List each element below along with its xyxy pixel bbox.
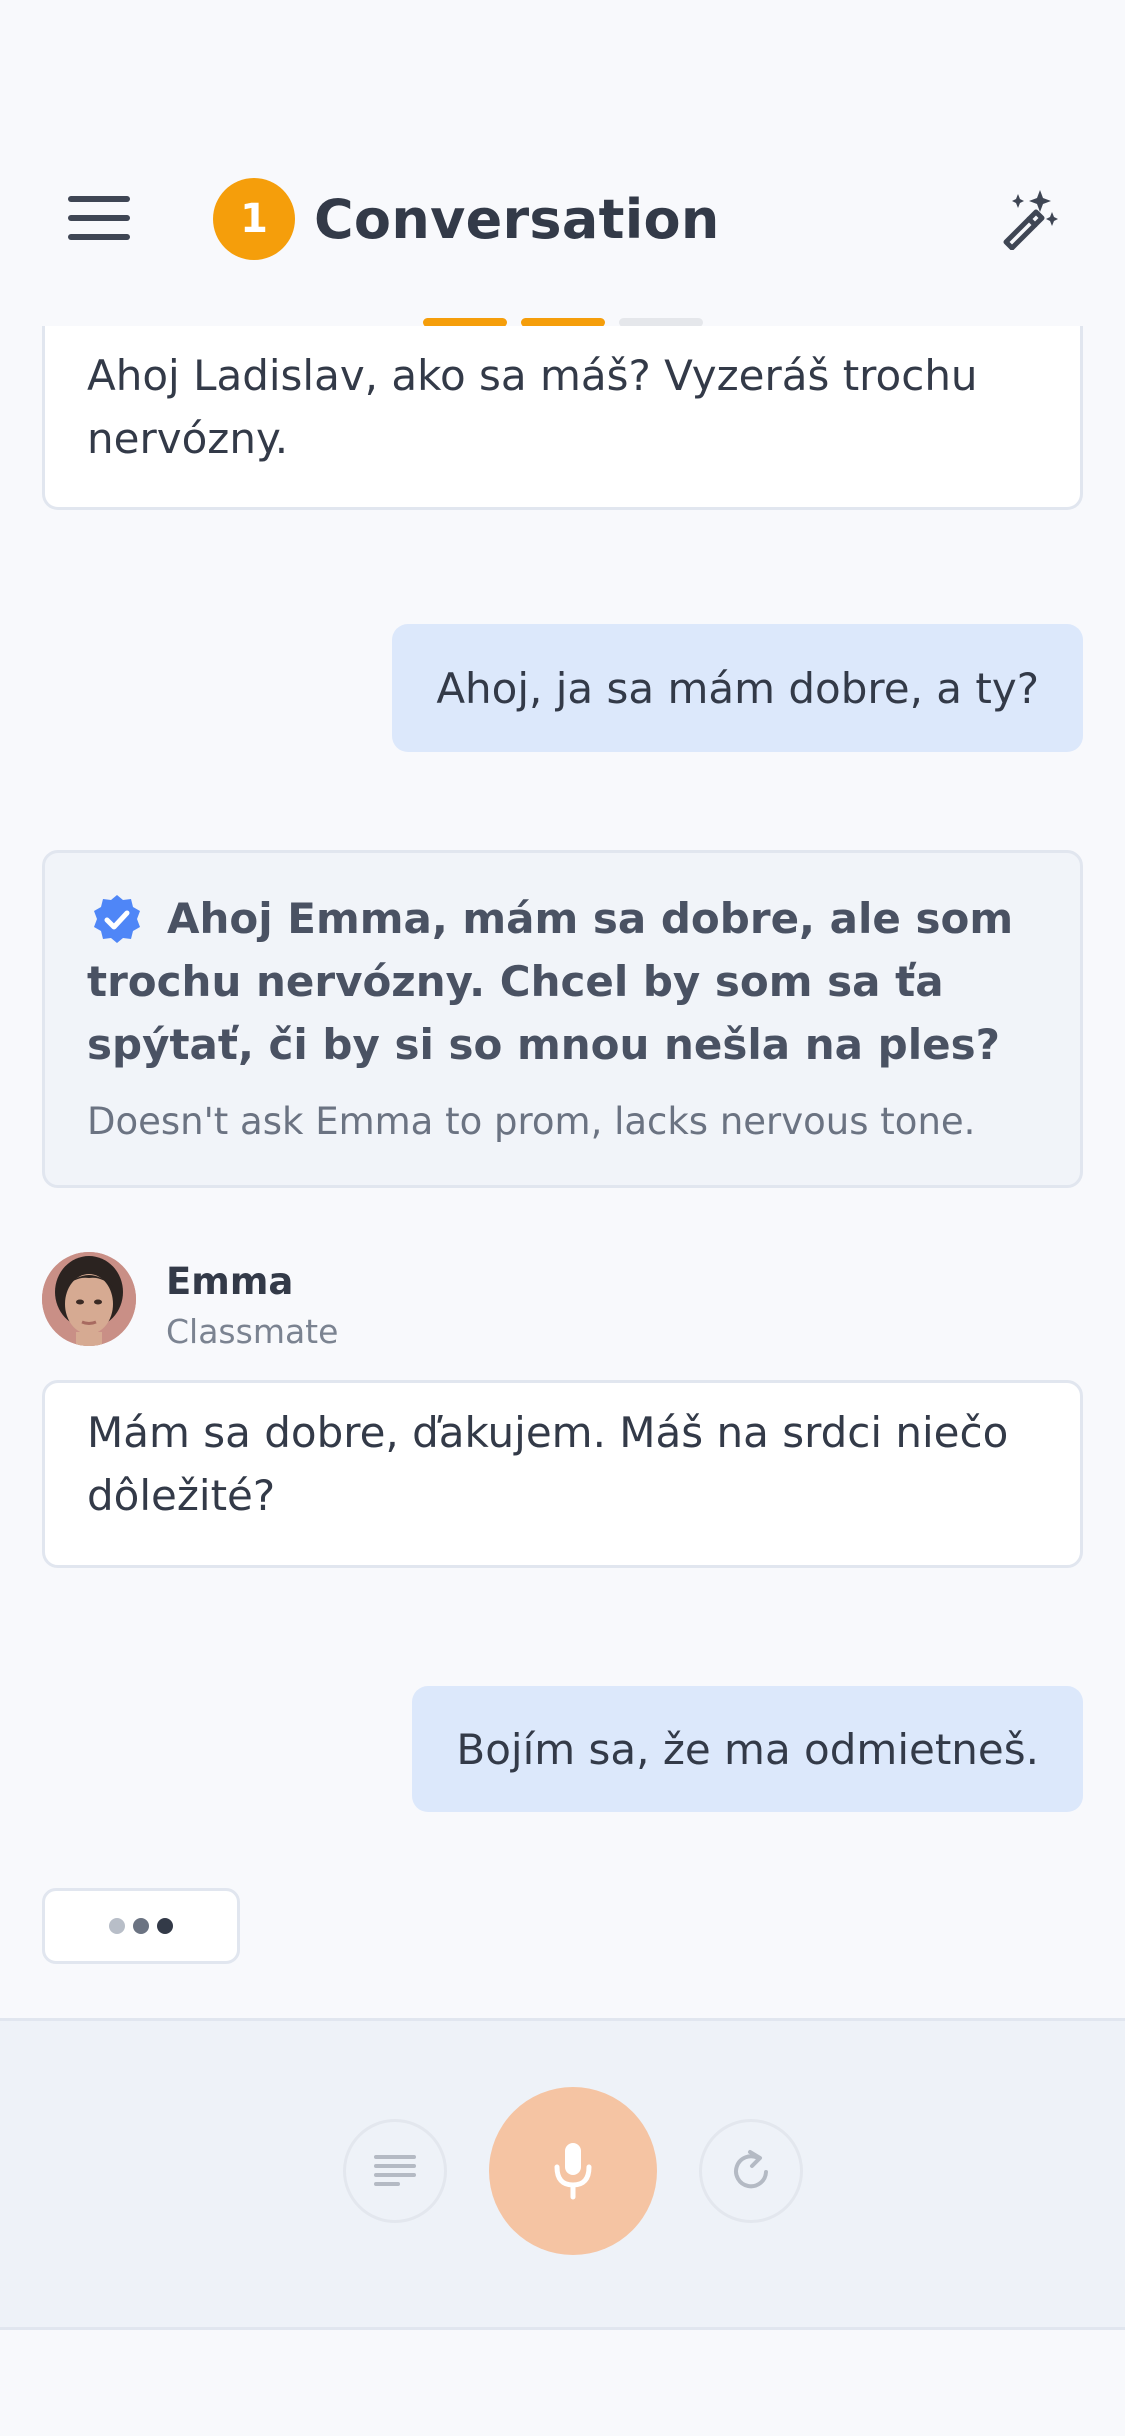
page-title: Conversation xyxy=(314,187,720,251)
ai-message-text: Mám sa dobre, ďakujem. Máš na srdci nieč… xyxy=(87,1408,1009,1520)
user-message-text: Ahoj, ja sa mám dobre, a ty? xyxy=(436,663,1039,713)
user-message-bubble: Bojím sa, že ma odmietneš. xyxy=(412,1686,1083,1812)
step-badge: 1 xyxy=(213,178,295,260)
menu-line xyxy=(68,234,130,240)
speaker-name: Emma xyxy=(166,1260,294,1303)
menu-line xyxy=(68,215,130,221)
feedback-note: Doesn't ask Emma to prom, lacks nervous … xyxy=(87,1100,976,1143)
ai-message-text: Ahoj Ladislav, ako sa máš? Vyzeráš troch… xyxy=(87,351,978,463)
speaker-info: Emma Classmate xyxy=(42,1252,642,1351)
retry-button[interactable] xyxy=(699,2119,803,2223)
ai-message-bubble: Mám sa dobre, ďakujem. Máš na srdci nieč… xyxy=(42,1380,1083,1568)
transcript-button[interactable] xyxy=(343,2119,447,2223)
avatar xyxy=(42,1252,136,1346)
app-header: 1 Conversation xyxy=(0,0,1125,328)
microphone-icon xyxy=(554,2143,592,2200)
microphone-button[interactable] xyxy=(489,2087,657,2255)
magic-wand-icon xyxy=(1003,190,1058,251)
user-message-text: Bojím sa, že ma odmietneš. xyxy=(456,1724,1039,1774)
typing-indicator xyxy=(42,1888,240,1964)
speaker-role: Classmate xyxy=(166,1312,339,1351)
typing-dot xyxy=(157,1918,173,1934)
hamburger-menu-icon xyxy=(68,196,130,202)
control-bar xyxy=(0,2018,1125,2330)
ai-message-bubble: Ahoj Ladislav, ako sa máš? Vyzeráš troch… xyxy=(42,326,1083,510)
magic-wand-button[interactable] xyxy=(996,188,1058,251)
typing-dot xyxy=(109,1918,125,1934)
avatar-image xyxy=(42,1252,136,1346)
feedback-card[interactable]: Ahoj Emma, mám sa dobre, ale som trochu … xyxy=(42,850,1083,1188)
user-message-bubble: Ahoj, ja sa mám dobre, a ty? xyxy=(392,624,1083,752)
text-lines-icon xyxy=(374,2155,416,2186)
feedback-suggestion: Ahoj Emma, mám sa dobre, ale som trochu … xyxy=(87,894,1014,1069)
menu-button[interactable] xyxy=(68,196,130,240)
refresh-icon xyxy=(734,2150,768,2189)
typing-dot xyxy=(133,1918,149,1934)
